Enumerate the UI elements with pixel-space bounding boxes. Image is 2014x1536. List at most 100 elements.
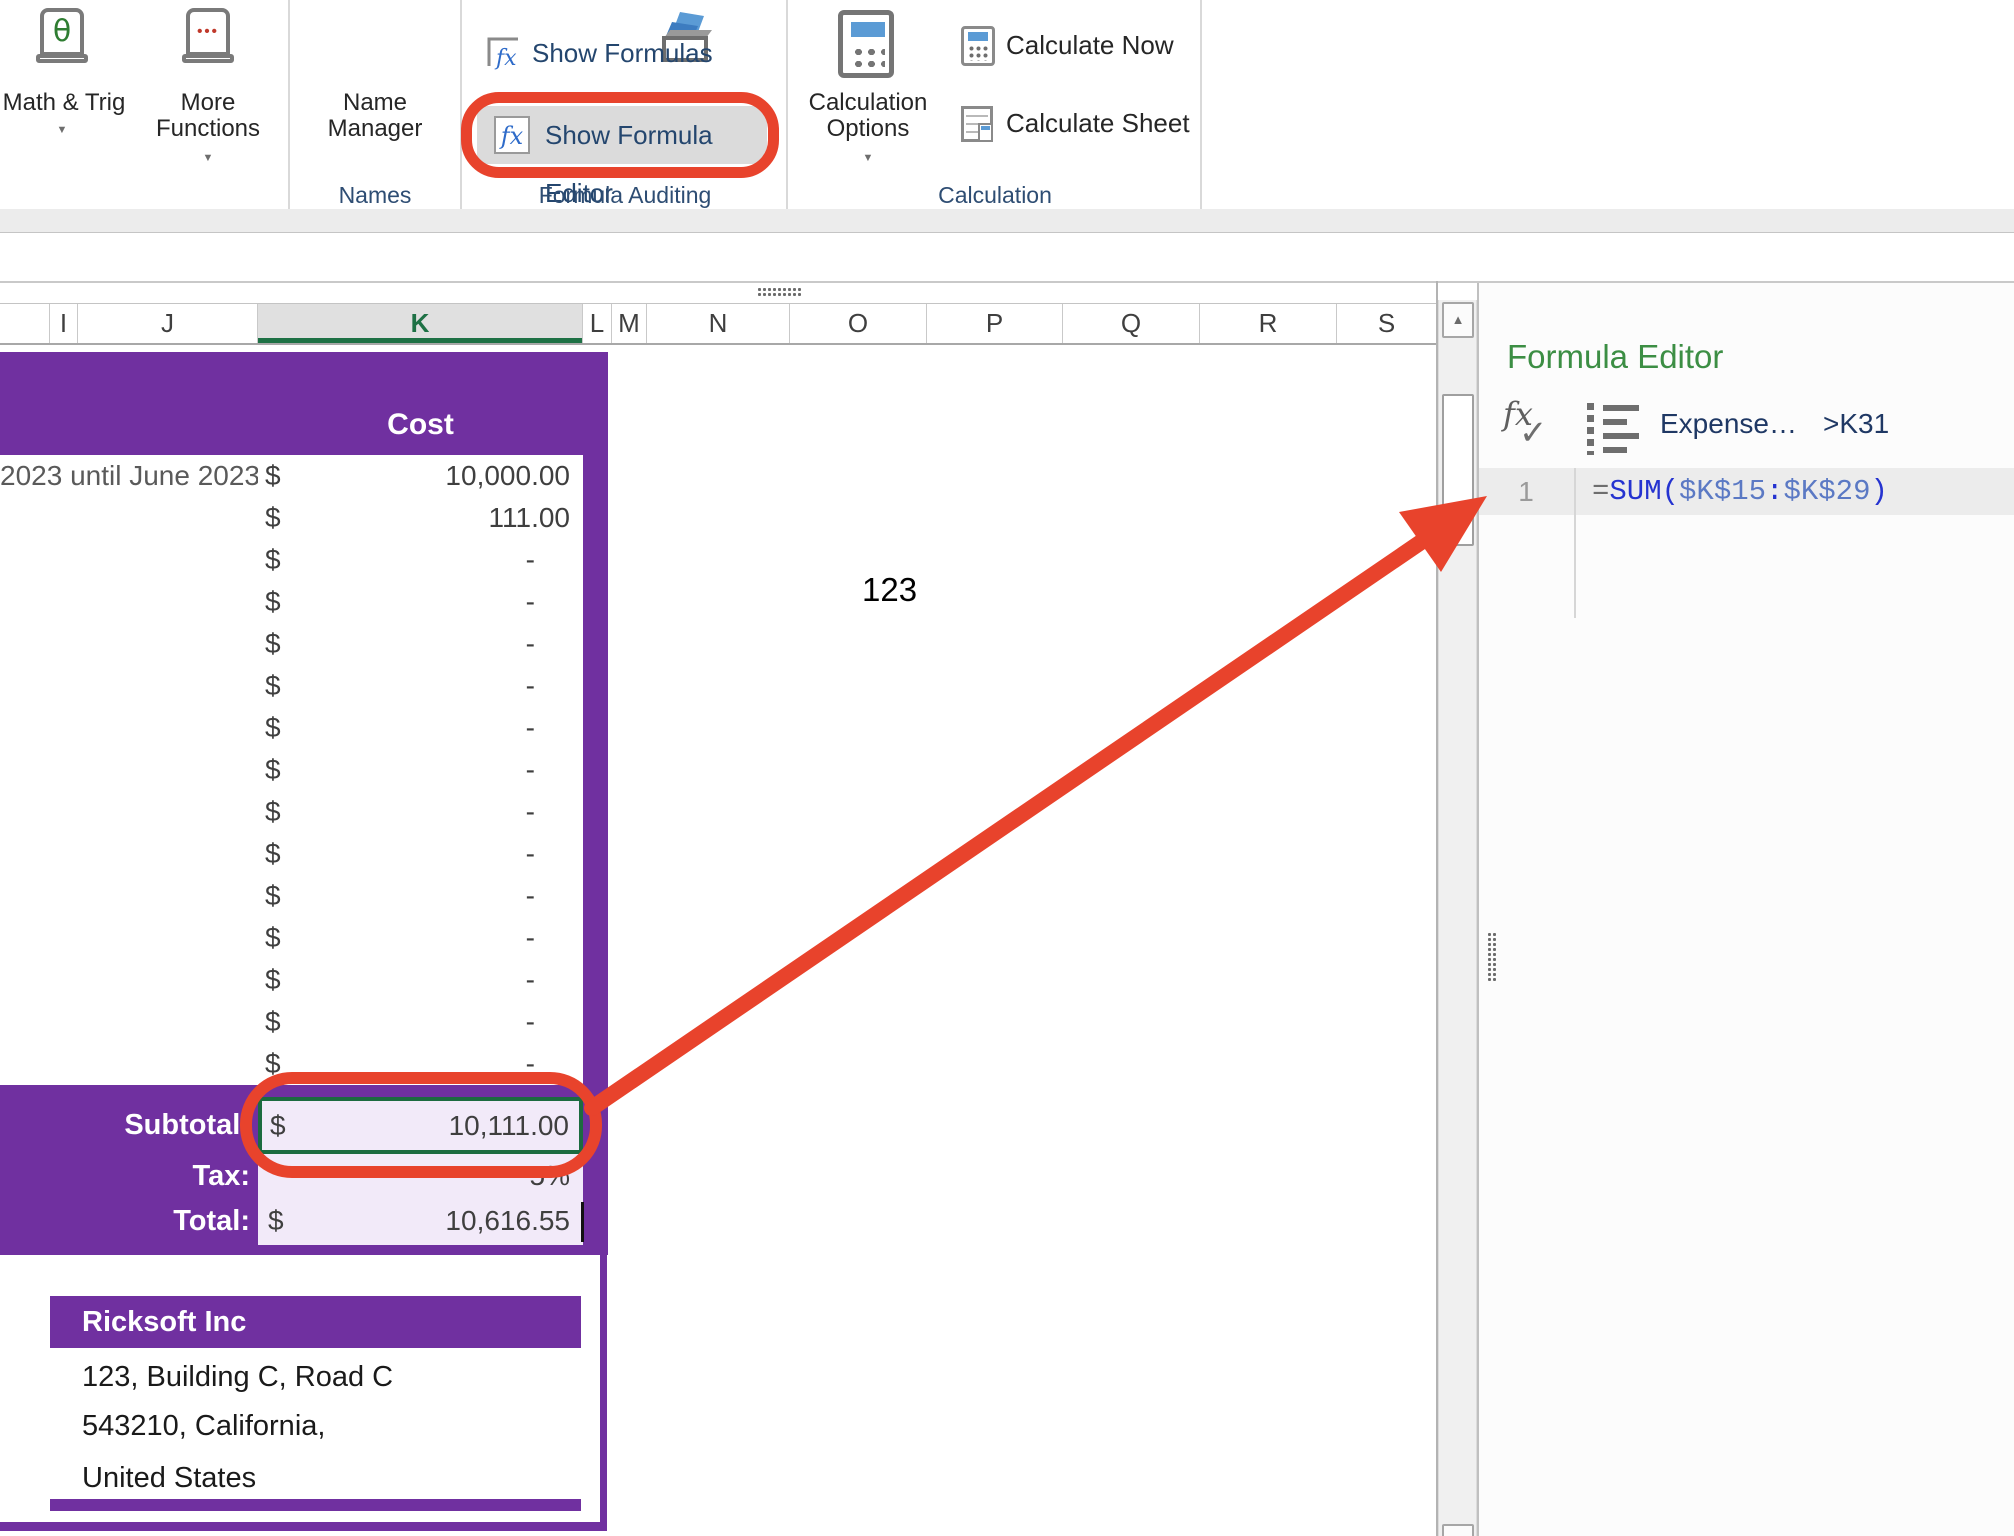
calculate-now-label: Calculate Now (1006, 32, 1192, 58)
theta-glyph: θ (53, 17, 71, 47)
invoice-right-strip (583, 455, 608, 1085)
total-label-cell[interactable]: Total: (0, 1198, 250, 1244)
ellipsis-glyph: ••• (197, 22, 219, 42)
column-header-L[interactable]: L (583, 304, 612, 343)
invoice-row[interactable]: $111.00 (258, 497, 583, 539)
total-cell[interactable]: $ 10,616.55 (258, 1198, 583, 1244)
invoice-row[interactable]: $- (258, 623, 583, 665)
cell-reference-label: >K31 (1823, 408, 1889, 439)
more-functions-button[interactable]: ••• More Functions ▼ (146, 0, 272, 180)
tax-value-cell[interactable]: 5% (258, 1154, 583, 1198)
formula-token: ) (1870, 475, 1887, 508)
row-amount: - (258, 791, 583, 833)
formula-line[interactable]: 1 =SUM($K$15:$K$29) (1479, 468, 2014, 515)
invoice-row[interactable]: $- (258, 749, 583, 791)
invoice-row[interactable]: $- (258, 917, 583, 959)
column-header-R[interactable]: R (1200, 304, 1337, 343)
calculation-options-label-2: Options (796, 116, 940, 142)
formula-text[interactable]: =SUM($K$15:$K$29) (1592, 468, 2012, 515)
formula-context: Expense…>K31 (1660, 408, 2000, 440)
show-formulas-button[interactable]: fx Show Formulas (478, 32, 738, 78)
company-underline-bar (50, 1499, 581, 1511)
row-amount: - (258, 1001, 583, 1043)
company-address-line[interactable]: 543210, California, (82, 1401, 562, 1451)
invoice-row[interactable]: $- (258, 791, 583, 833)
calculation-options-label-1: Calculation (796, 90, 940, 116)
row-amount: - (258, 707, 583, 749)
formula-line-number: 1 (1479, 468, 1573, 515)
formula-token: : (1766, 475, 1783, 508)
column-header-J[interactable]: J (78, 304, 258, 343)
column-header-Q[interactable]: Q (1063, 304, 1200, 343)
invoice-row[interactable]: $10,000.00 (258, 455, 583, 497)
calculate-now-button[interactable]: Calculate Now (955, 24, 1195, 72)
formula-token: $K$29 (1783, 475, 1870, 508)
stray-value-cell[interactable]: 123 (862, 570, 1002, 610)
more-functions-icon: ••• (186, 8, 234, 63)
invoice-row[interactable]: $- (258, 833, 583, 875)
company-name-bar[interactable]: Ricksoft Inc (50, 1296, 581, 1348)
show-formula-editor-label: Show Formula Editor (545, 106, 760, 164)
expense-period-cell[interactable]: 2023 until June 2023 (0, 455, 258, 497)
invoice-row[interactable]: $- (258, 1043, 583, 1085)
fx-check-icon[interactable]: fx✓ (1503, 395, 1561, 457)
formula-token: $K$15 (1679, 475, 1766, 508)
invoice-row[interactable]: $- (258, 707, 583, 749)
column-header-O[interactable]: O (790, 304, 927, 343)
vertical-scrollbar-thumb[interactable] (1442, 394, 1474, 546)
invoice-totals-band: Subtotal: $ 10,111.00 Tax: 5% Total: $ 1… (0, 1085, 608, 1255)
gutter-divider (1574, 468, 1576, 618)
math-trig-label: Math & Trig (0, 90, 128, 116)
invoice-row[interactable]: $- (258, 959, 583, 1001)
dropdown-arrow-icon: ▼ (852, 150, 884, 166)
calculate-sheet-icon (961, 106, 993, 142)
formula-token: = (1592, 475, 1609, 508)
company-address-line[interactable]: United States (82, 1453, 562, 1503)
formula-list-icon[interactable] (1587, 403, 1639, 455)
tax-label-cell[interactable]: Tax: (0, 1154, 250, 1198)
calculate-sheet-button[interactable]: Calculate Sheet (955, 102, 1205, 150)
calculation-group-label: Calculation (880, 182, 1110, 209)
formula-token: SUM( (1609, 475, 1679, 508)
column-header-I[interactable]: I (50, 304, 78, 343)
cost-header-cell[interactable]: Cost (258, 400, 583, 450)
row-amount: - (258, 539, 583, 581)
invoice-row[interactable]: $- (258, 875, 583, 917)
ribbon-divider (786, 0, 788, 209)
scroll-down-button[interactable] (1442, 1524, 1474, 1536)
formula-auditing-group-label: Formula Auditing (480, 182, 770, 209)
subtotal-cell[interactable]: $ 10,111.00 (258, 1097, 583, 1154)
ribbon-divider (288, 0, 290, 209)
invoice-row[interactable]: $- (258, 581, 583, 623)
calculation-options-button[interactable]: Calculation Options ▼ (796, 0, 940, 180)
invoice-row[interactable]: $- (258, 1001, 583, 1043)
name-manager-label-2: Manager (310, 116, 440, 142)
ribbon-divider (460, 0, 462, 209)
ribbon-bottom-strip (0, 209, 2014, 233)
scroll-up-button[interactable]: ▲ (1442, 302, 1474, 338)
row-amount: 111.00 (258, 497, 583, 539)
show-formula-editor-button[interactable]: fx Show Formula Editor (477, 106, 767, 164)
column-header-P[interactable]: P (927, 304, 1063, 343)
invoice-row[interactable]: $- (258, 665, 583, 707)
column-header-blank[interactable] (0, 304, 50, 343)
name-manager-button[interactable]: Name Manager (310, 0, 440, 180)
column-header-M[interactable]: M (612, 304, 647, 343)
company-name: Ricksoft Inc (82, 1296, 562, 1348)
column-header-N[interactable]: N (647, 304, 790, 343)
row-amount: - (258, 623, 583, 665)
company-address-line[interactable]: 123, Building C, Road C (82, 1352, 562, 1402)
subtotal-label-cell[interactable]: Subtotal: (0, 1097, 250, 1154)
names-group-label: Names (300, 182, 450, 209)
calculate-sheet-label: Calculate Sheet (1006, 110, 1202, 136)
calculation-options-icon (838, 10, 894, 78)
column-header-S[interactable]: S (1337, 304, 1437, 343)
invoice-right-border (600, 1255, 607, 1531)
column-header-K[interactable]: K (258, 304, 583, 343)
svg-text:fx: fx (494, 46, 517, 70)
invoice-row[interactable]: $- (258, 539, 583, 581)
pane-split-grip[interactable] (757, 287, 803, 298)
panel-resize-grip[interactable] (1487, 932, 1498, 982)
math-trig-button[interactable]: θ Math & Trig ▼ (0, 0, 130, 180)
row-amount: - (258, 581, 583, 623)
